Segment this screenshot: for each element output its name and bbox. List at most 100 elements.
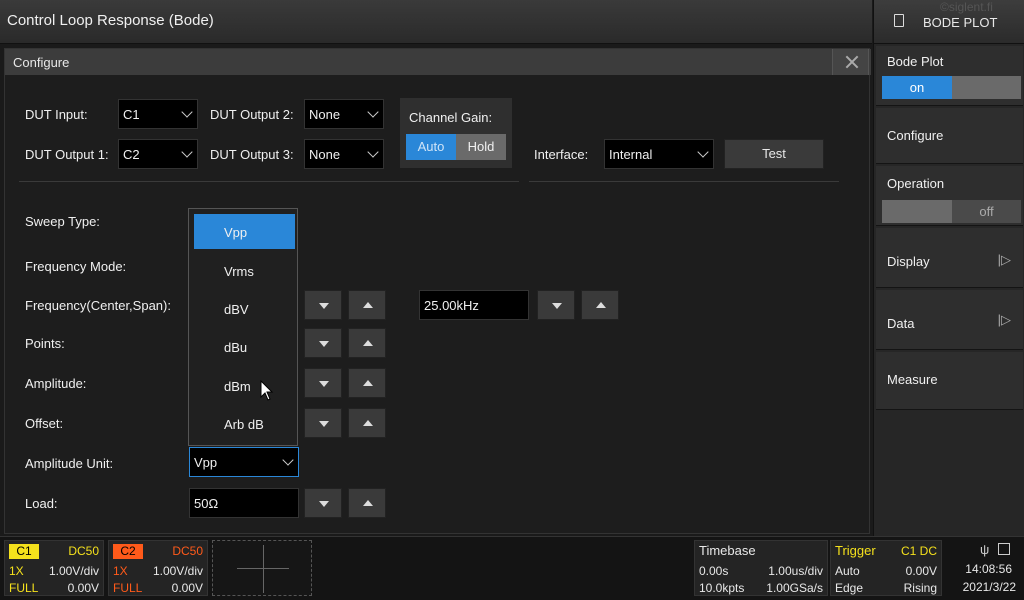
frequency-span-value: 25.00kHz — [424, 298, 479, 313]
gain-auto-button[interactable]: Auto — [406, 134, 456, 160]
interface-label: Interface: — [534, 147, 589, 162]
frequency-span-field[interactable]: 25.00kHz — [419, 290, 529, 320]
timebase-label: Timebase — [699, 543, 756, 558]
measure-label: Measure — [887, 372, 938, 387]
amplitude-unit-label: Amplitude Unit: — [25, 456, 114, 471]
arrow-down-icon — [319, 341, 329, 347]
dialog-title: Configure — [13, 55, 70, 70]
display-label: Display — [887, 254, 930, 269]
frequency-span-down-button[interactable] — [537, 290, 575, 320]
points-up-button[interactable] — [348, 328, 386, 358]
amplitude-unit-select[interactable]: Vpp — [189, 447, 299, 477]
bode-plot-toggle[interactable]: on — [882, 76, 1021, 99]
test-button[interactable]: Test — [724, 139, 824, 169]
chevron-down-icon — [282, 454, 294, 466]
toggle-on[interactable] — [882, 200, 952, 223]
add-channel-button[interactable] — [212, 540, 312, 596]
menu-item-measure[interactable]: Measure — [876, 352, 1023, 410]
gain-hold-button[interactable]: Hold — [456, 134, 506, 160]
trigger-slope: Rising — [903, 581, 937, 595]
mouse-cursor-icon — [260, 380, 274, 401]
toggle-off[interactable]: off — [952, 200, 1021, 223]
channel-2-probe: 1X — [113, 564, 128, 578]
frequency-span-up-button[interactable] — [581, 290, 619, 320]
bode-plot-label: Bode Plot — [887, 54, 944, 69]
channel-2-offset: 0.00V — [171, 581, 203, 595]
chevron-down-icon — [181, 106, 193, 118]
dut-input-value: C1 — [123, 107, 140, 122]
dropdown-option[interactable]: dBV — [194, 291, 295, 326]
trigger-mode: Auto — [835, 564, 860, 578]
points-label: Points: — [25, 336, 65, 351]
load-label: Load: — [25, 496, 58, 511]
dialog-header: Configure — [5, 49, 871, 75]
amplitude-unit-value: Vpp — [194, 455, 218, 470]
dut-output2-value: None — [309, 107, 341, 122]
load-down-button[interactable] — [304, 488, 342, 518]
toggle-off[interactable] — [952, 76, 1021, 99]
menu-item-bode-plot[interactable]: Bode Plot on — [876, 46, 1023, 106]
title-bar: Control Loop Response (Bode) — [0, 0, 872, 44]
menu-item-configure[interactable]: Configure — [876, 108, 1023, 164]
dropdown-option[interactable]: Vrms — [194, 253, 295, 288]
interface-select[interactable]: Internal — [604, 139, 714, 169]
dut-output1-select[interactable]: C2 — [118, 139, 198, 169]
dut-output1-label: DUT Output 1: — [25, 147, 109, 162]
amplitude-down-button[interactable] — [304, 368, 342, 398]
configure-label: Configure — [887, 128, 944, 143]
channel-2-box[interactable]: C2 DC50 1X 1.00V/div FULL 0.00V — [108, 540, 208, 596]
operation-toggle[interactable]: off — [882, 200, 1021, 223]
toggle-on[interactable]: on — [882, 76, 952, 99]
menu-header[interactable]: BODE PLOT ©siglent.fi — [874, 0, 1024, 44]
dut-output2-select[interactable]: None — [304, 99, 384, 129]
arrow-up-icon — [363, 380, 373, 386]
trigger-type: Edge — [835, 581, 864, 595]
dut-output1-value: C2 — [123, 147, 140, 162]
clock-time: 14:08:56 — [965, 562, 1012, 576]
points-down-button[interactable] — [304, 328, 342, 358]
arrow-up-icon — [596, 302, 606, 308]
arrow-up-icon — [363, 420, 373, 426]
amplitude-unit-dropdown: Vpp Vrms dBV dBu dBm Arb dB — [188, 208, 298, 446]
channel-2-bandwidth: FULL — [113, 581, 143, 595]
dut-output3-select[interactable]: None — [304, 139, 384, 169]
close-icon[interactable] — [832, 49, 869, 75]
offset-up-button[interactable] — [348, 408, 386, 438]
channel-gain-group: Channel Gain: Auto Hold — [400, 98, 512, 168]
channel-2-tag: C2 — [113, 544, 143, 559]
amplitude-up-button[interactable] — [348, 368, 386, 398]
arrow-down-icon — [319, 501, 329, 507]
menu-item-display[interactable]: Display |▷ — [876, 228, 1023, 288]
channel-1-offset: 0.00V — [67, 581, 99, 595]
frequency-center-up-button[interactable] — [348, 290, 386, 320]
network-icon — [998, 543, 1010, 555]
app-title: Control Loop Response (Bode) — [7, 12, 214, 29]
arrow-up-icon — [363, 302, 373, 308]
trigger-box[interactable]: Trigger C1 DC Auto 0.00V Edge Rising — [830, 540, 942, 596]
load-up-button[interactable] — [348, 488, 386, 518]
channel-1-probe: 1X — [9, 564, 24, 578]
divider — [19, 181, 519, 182]
operation-label: Operation — [887, 176, 945, 191]
watermark: ©siglent.fi — [940, 0, 993, 14]
arrow-down-icon — [552, 303, 562, 309]
menu-item-operation[interactable]: Operation off — [876, 166, 1023, 226]
dropdown-option[interactable]: Arb dB — [194, 406, 295, 441]
dropdown-option[interactable]: dBm — [194, 368, 295, 403]
frequency-center-down-button[interactable] — [304, 290, 342, 320]
offset-down-button[interactable] — [304, 408, 342, 438]
channel-1-box[interactable]: C1 DC50 1X 1.00V/div FULL 0.00V — [4, 540, 104, 596]
frequency-mode-label: Frequency Mode: — [25, 259, 127, 274]
menu-item-data[interactable]: Data |▷ — [876, 290, 1023, 350]
timebase-box[interactable]: Timebase 0.00s 1.00us/div 10.0kpts 1.00G… — [694, 540, 828, 596]
submenu-arrow-icon: |▷ — [997, 312, 1011, 327]
dropdown-option[interactable]: Vpp — [194, 214, 295, 249]
arrow-down-icon — [319, 421, 329, 427]
document-icon — [894, 14, 904, 27]
dropdown-option[interactable]: dBu — [194, 329, 295, 364]
dut-output2-label: DUT Output 2: — [210, 107, 294, 122]
arrow-up-icon — [363, 340, 373, 346]
timebase-rate: 1.00GSa/s — [766, 581, 823, 595]
load-field[interactable]: 50Ω — [189, 488, 299, 518]
dut-input-select[interactable]: C1 — [118, 99, 198, 129]
